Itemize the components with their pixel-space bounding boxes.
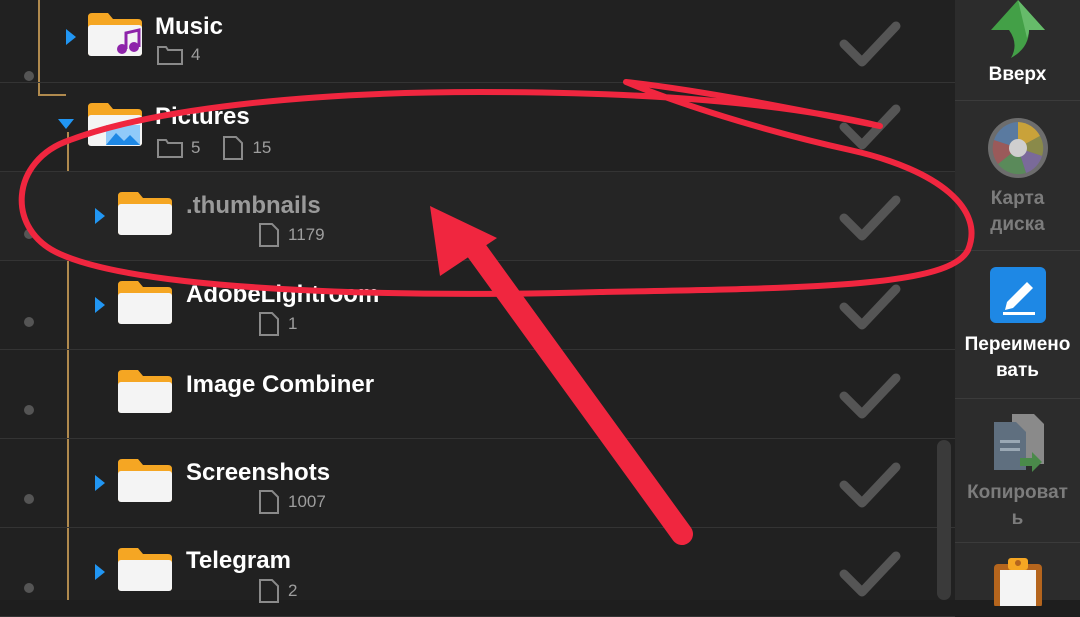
expand-icon[interactable]	[95, 564, 105, 580]
paste-button[interactable]	[955, 556, 1080, 606]
folder-meta: 1	[258, 311, 297, 337]
folder-icon	[118, 370, 172, 413]
file-count: 1007	[288, 492, 326, 511]
disk-map-icon	[987, 118, 1048, 178]
subfolder-count-icon	[157, 46, 183, 65]
copy-button[interactable]: Копироват ь	[955, 412, 1080, 532]
folder-name: .thumbnails	[186, 192, 321, 219]
file-count-icon	[259, 490, 279, 514]
file-count: 15	[252, 138, 272, 157]
file-count: 2	[288, 581, 298, 600]
expand-icon[interactable]	[95, 475, 105, 491]
divider	[955, 100, 1080, 101]
up-button[interactable]: Вверх	[955, 0, 1080, 88]
list-item[interactable]: Telegram 2	[0, 528, 955, 617]
tree-dot	[24, 494, 34, 504]
scrollbar-thumb[interactable]	[937, 440, 951, 600]
list-item[interactable]: Pictures 5 15	[0, 83, 955, 172]
folder-meta: 4	[157, 45, 200, 65]
check-icon[interactable]	[838, 281, 902, 333]
file-count-icon	[223, 136, 244, 160]
folder-meta: 1179	[258, 222, 325, 248]
folder-name: Pictures	[155, 103, 250, 130]
expand-icon[interactable]	[95, 208, 105, 224]
divider	[955, 398, 1080, 399]
disk-map-button[interactable]: Карта диска	[955, 116, 1080, 238]
check-icon[interactable]	[838, 18, 902, 70]
check-icon[interactable]	[838, 370, 902, 422]
check-icon[interactable]	[838, 101, 902, 153]
folder-icon	[118, 281, 172, 324]
tree-dot	[24, 71, 34, 81]
copy-label: Копироват ь	[967, 482, 1068, 529]
check-icon[interactable]	[838, 459, 902, 511]
copy-icon	[993, 414, 1044, 472]
tree-dot	[24, 229, 34, 239]
folder-icon	[118, 459, 172, 502]
folder-meta: 2	[258, 578, 297, 604]
file-count-icon	[259, 312, 279, 336]
file-count: 1	[288, 314, 298, 333]
list-item[interactable]: Image Combiner	[0, 350, 955, 439]
file-count-icon	[259, 579, 279, 603]
disk-map-label: Карта диска	[990, 188, 1045, 235]
action-sidebar: Вверх Карта диска Переимено вать Копиров…	[955, 0, 1080, 606]
check-icon[interactable]	[838, 548, 902, 600]
rename-icon	[989, 267, 1046, 323]
tree-dot	[24, 317, 34, 327]
tree-dot	[24, 583, 34, 593]
file-tree-list: Music 4 Pictures 5 15 .thumbnails 1179 A…	[0, 0, 955, 617]
folder-name: Screenshots	[186, 459, 331, 486]
check-icon[interactable]	[838, 192, 902, 244]
folder-name: Telegram	[186, 547, 291, 574]
arrow-up-icon	[990, 0, 1045, 58]
subfolder-count: 4	[191, 45, 201, 64]
subfolder-count: 5	[191, 138, 201, 157]
rename-label: Переимено вать	[964, 334, 1071, 381]
file-count-icon	[259, 223, 279, 247]
collapse-icon[interactable]	[58, 119, 74, 129]
folder-name: Music	[155, 13, 224, 40]
rename-button[interactable]: Переимено вать	[955, 266, 1080, 384]
folder-meta: 5 15	[157, 135, 271, 161]
clipboard-icon	[993, 558, 1042, 606]
expand-icon[interactable]	[95, 297, 105, 313]
music-folder-icon	[88, 13, 142, 56]
file-count: 1179	[288, 225, 325, 244]
divider	[955, 250, 1080, 251]
folder-icon	[118, 192, 172, 235]
folder-icon	[118, 548, 172, 591]
tree-dot	[24, 405, 34, 415]
list-item[interactable]: Music 4	[0, 0, 955, 83]
folder-name: Image Combiner	[186, 371, 375, 398]
up-label: Вверх	[988, 64, 1047, 85]
list-item[interactable]: Screenshots 1007	[0, 439, 955, 528]
folder-meta: 1007	[258, 489, 326, 515]
subfolder-count-icon	[157, 139, 183, 158]
divider	[955, 542, 1080, 543]
expand-icon[interactable]	[66, 29, 76, 45]
list-item[interactable]: AdobeLightroom 1	[0, 261, 955, 350]
list-item[interactable]: .thumbnails 1179	[0, 172, 955, 261]
pictures-folder-icon	[88, 103, 142, 146]
folder-name: AdobeLightroom	[186, 281, 380, 308]
